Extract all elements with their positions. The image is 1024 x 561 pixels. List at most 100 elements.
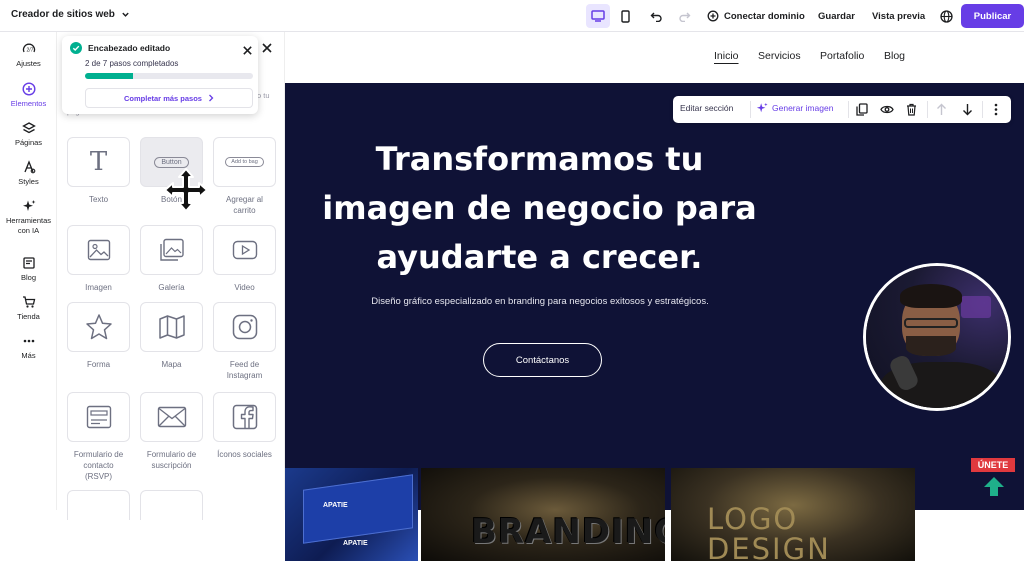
portfolio-image-apatie[interactable]: APATIE APATIE xyxy=(285,468,418,561)
hero-title-line: ayudarte a crecer. xyxy=(376,238,703,276)
svg-text:2/7: 2/7 xyxy=(26,48,33,54)
desktop-icon xyxy=(591,10,605,22)
site-header[interactable]: Inicio Servicios Portafolio Blog xyxy=(285,32,1024,83)
portfolio-image-text: LOGO DESIGN xyxy=(707,502,831,561)
generate-image-button[interactable]: Generar imagen xyxy=(756,102,833,114)
envelope-icon xyxy=(157,406,186,428)
rail-label: Tienda xyxy=(17,312,40,321)
section-toolbar: Editar sección Generar imagen xyxy=(673,96,1011,123)
complete-more-steps-button[interactable]: Completar más pasos xyxy=(85,88,253,108)
more-dots-icon xyxy=(23,339,34,343)
instagram-icon xyxy=(232,314,257,340)
visibility-eye-icon[interactable] xyxy=(880,104,894,115)
trash-icon[interactable] xyxy=(906,103,917,116)
move-cursor-icon xyxy=(164,168,208,212)
contact-form-icon xyxy=(86,405,111,429)
element-label: Íconos sociales xyxy=(217,450,272,459)
app-title-dropdown[interactable]: Creador de sitios web xyxy=(11,9,130,20)
element-add-to-cart[interactable]: Add to bag Agregar al carrito xyxy=(213,137,276,216)
toast-progress-text: 2 de 7 pasos completados xyxy=(85,59,179,68)
element-gallery[interactable]: Galería xyxy=(140,225,203,293)
portfolio-image-branding[interactable]: BRANDING xyxy=(421,468,665,561)
domain-icon xyxy=(707,10,719,22)
panel-close-button[interactable] xyxy=(261,41,275,55)
desktop-view-button[interactable] xyxy=(586,4,610,28)
rail-item-herramientas-ia[interactable]: Herramientas con IA xyxy=(0,199,57,236)
hero-title[interactable]: Transformamos tu imagen de negocio para … xyxy=(305,135,774,282)
chevron-right-icon xyxy=(209,94,214,102)
element-label: Texto xyxy=(88,195,109,204)
nav-link-inicio[interactable]: Inicio xyxy=(714,50,739,62)
rail-item-paginas[interactable]: Páginas xyxy=(0,121,57,147)
element-image[interactable]: Imagen xyxy=(67,225,130,293)
plus-circle-icon xyxy=(21,82,36,96)
join-badge: ÚNETE xyxy=(971,458,1015,472)
progress-toast: Encabezado editado 2 de 7 pasos completa… xyxy=(62,36,258,114)
divider xyxy=(982,101,983,118)
element-social-icons[interactable]: Íconos sociales xyxy=(213,392,276,460)
connect-domain-button[interactable]: Conectar dominio xyxy=(707,4,805,28)
redo-icon xyxy=(679,12,691,22)
element-text[interactable]: T Texto xyxy=(67,137,130,205)
hero-subtitle[interactable]: Diseño gráfico especializado en branding… xyxy=(365,294,715,309)
rail-item-tienda[interactable]: Tienda xyxy=(0,295,57,321)
element-instagram-feed[interactable]: Feed de Instagram xyxy=(213,302,276,381)
cta-label: Completar más pasos xyxy=(124,93,202,103)
save-button[interactable]: Guardar xyxy=(818,4,855,28)
element-shape[interactable]: Forma xyxy=(67,302,130,370)
contact-button[interactable]: Contáctanos xyxy=(483,343,602,377)
element-label: Forma xyxy=(86,360,111,369)
mobile-view-button[interactable] xyxy=(613,4,637,28)
arrow-up-icon[interactable] xyxy=(936,103,947,116)
rail-item-ajustes[interactable]: 2/7 Ajustes xyxy=(0,42,57,68)
element-video[interactable]: Video xyxy=(213,225,276,293)
divider xyxy=(750,101,751,118)
more-vertical-icon[interactable] xyxy=(994,103,998,116)
image-icon xyxy=(87,239,110,261)
rail-label: Páginas xyxy=(14,138,43,147)
close-icon xyxy=(243,46,252,55)
element-label: Feed de Instagram xyxy=(226,360,263,380)
undo-button[interactable] xyxy=(644,4,668,28)
text-icon: T xyxy=(89,147,108,177)
rail-label: Styles xyxy=(18,177,39,186)
gallery-icon xyxy=(159,238,184,261)
facebook-icon xyxy=(232,404,257,430)
webcam-overlay xyxy=(863,263,1011,411)
element-partial[interactable] xyxy=(140,490,203,520)
portfolio-image-logo-design[interactable]: LOGO DESIGN xyxy=(671,468,915,561)
publish-button[interactable]: Publicar xyxy=(961,4,1024,28)
edit-section-button[interactable]: Editar sección xyxy=(680,103,733,113)
rail-item-blog[interactable]: Blog xyxy=(0,256,57,282)
element-contact-form[interactable]: Formulario de contacto (RSVP) xyxy=(67,392,130,482)
rail-label: Más xyxy=(21,351,36,360)
duplicate-icon[interactable] xyxy=(856,103,868,116)
toast-close-button[interactable] xyxy=(242,43,254,55)
arrow-down-icon[interactable] xyxy=(962,103,973,116)
element-label: Imagen xyxy=(85,283,112,292)
rail-item-mas[interactable]: Más xyxy=(0,334,57,360)
settings-gauge-icon: 2/7 xyxy=(22,43,35,54)
rail-item-elementos[interactable]: Elementos xyxy=(0,82,57,108)
element-subscription-form[interactable]: Formulario de suscripción xyxy=(140,392,203,471)
globe-icon xyxy=(939,9,953,23)
video-icon xyxy=(232,240,257,260)
nav-link-blog[interactable]: Blog xyxy=(884,50,905,62)
portfolio-image-text: APATIE xyxy=(343,540,368,547)
hero-title-line: Transformamos tu xyxy=(375,140,704,178)
nav-link-servicios[interactable]: Servicios xyxy=(758,50,801,62)
preview-button[interactable]: Vista previa xyxy=(872,4,925,28)
styles-icon xyxy=(23,160,35,174)
close-icon xyxy=(262,43,272,53)
redo-button[interactable] xyxy=(673,4,697,28)
rail-item-styles[interactable]: Styles xyxy=(0,160,57,186)
progress-bar xyxy=(85,73,253,79)
element-map[interactable]: Mapa xyxy=(140,302,203,370)
nav-link-portafolio[interactable]: Portafolio xyxy=(820,50,864,62)
rail-label: Elementos xyxy=(10,99,47,108)
progress-fill xyxy=(85,73,133,79)
element-partial[interactable] xyxy=(67,490,130,520)
left-rail: 2/7 Ajustes Elementos Páginas Styles Her… xyxy=(0,32,57,510)
language-button[interactable] xyxy=(934,4,958,28)
divider xyxy=(927,101,928,118)
